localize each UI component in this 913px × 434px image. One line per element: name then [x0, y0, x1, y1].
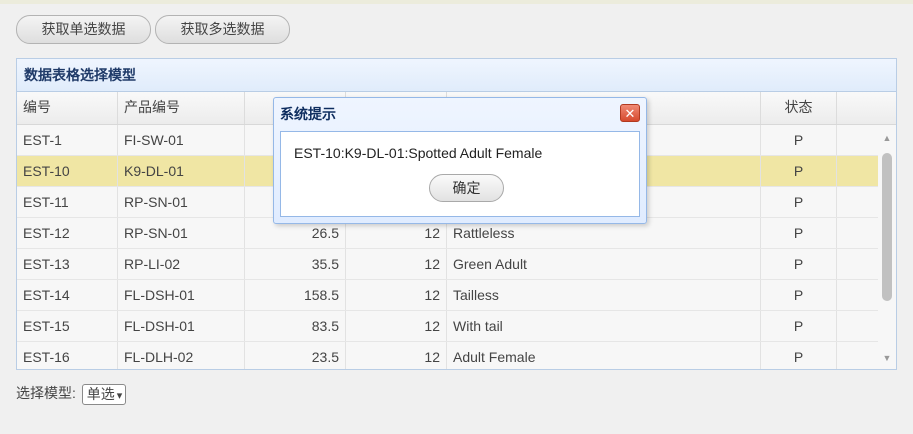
cell-unit-cost: 12 [346, 342, 447, 369]
dialog-title: 系统提示 [280, 106, 336, 122]
table-row[interactable]: EST-14 FL-DSH-01 158.5 12 Tailless P [17, 280, 879, 311]
system-message-dialog: 系统提示 ✕ EST-10:K9-DL-01:Spotted Adult Fem… [273, 97, 647, 224]
scroll-up-icon[interactable]: ▲ [878, 131, 896, 145]
cell-product: FL-DLH-02 [118, 342, 245, 369]
cell-item: EST-1 [17, 125, 118, 155]
cell-filler [837, 187, 879, 217]
cell-filler [837, 311, 879, 341]
cell-status: P [761, 342, 837, 369]
cell-filler [837, 218, 879, 248]
col-header-item[interactable]: 编号 [17, 92, 118, 124]
scrollbar-thumb[interactable] [882, 153, 892, 301]
cell-item: EST-12 [17, 218, 118, 248]
chevron-down-icon: ▾ [116, 389, 123, 402]
cell-status: P [761, 311, 837, 341]
dialog-body: EST-10:K9-DL-01:Spotted Adult Female 确定 [280, 131, 640, 217]
cell-status: P [761, 249, 837, 279]
cell-item: EST-13 [17, 249, 118, 279]
selection-model-value: 单选 [86, 385, 115, 402]
cell-unit-cost: 12 [346, 280, 447, 310]
cell-list-price: 23.5 [245, 342, 346, 369]
top-border [0, 0, 913, 4]
selection-model-select[interactable]: 单选 ▾ [81, 383, 127, 405]
cell-product: RP-SN-01 [118, 218, 245, 248]
cell-unit-cost: 12 [346, 311, 447, 341]
cell-status: P [761, 280, 837, 310]
cell-status: P [761, 156, 837, 186]
panel-title: 数据表格选择模型 [17, 59, 896, 92]
cell-product: K9-DL-01 [118, 156, 245, 186]
cell-attribute: With tail [447, 311, 761, 341]
cell-list-price: 158.5 [245, 280, 346, 310]
cell-filler [837, 156, 879, 186]
selection-model-label: 选择模型: [16, 385, 76, 401]
ok-button[interactable]: 确定 [429, 174, 504, 202]
cell-attribute: Tailless [447, 280, 761, 310]
cell-product: RP-LI-02 [118, 249, 245, 279]
cell-filler [837, 342, 879, 369]
selection-model-bar: 选择模型: 单选 ▾ [16, 381, 127, 405]
cell-list-price: 35.5 [245, 249, 346, 279]
table-row[interactable]: EST-13 RP-LI-02 35.5 12 Green Adult P [17, 249, 879, 280]
cell-product: FI-SW-01 [118, 125, 245, 155]
cell-product: RP-SN-01 [118, 187, 245, 217]
col-header-status[interactable]: 状态 [761, 92, 837, 124]
cell-item: EST-16 [17, 342, 118, 369]
scroll-down-icon[interactable]: ▼ [878, 351, 896, 365]
cell-item: EST-15 [17, 311, 118, 341]
cell-unit-cost: 12 [346, 249, 447, 279]
dialog-message: EST-10:K9-DL-01:Spotted Adult Female [294, 145, 543, 161]
col-header-filler [837, 92, 896, 124]
cell-status: P [761, 218, 837, 248]
cell-status: P [761, 125, 837, 155]
cell-product: FL-DSH-01 [118, 311, 245, 341]
vertical-scrollbar[interactable]: ▲ ▼ [878, 125, 896, 369]
cell-item: EST-14 [17, 280, 118, 310]
cell-filler [837, 280, 879, 310]
get-multi-data-button[interactable]: 获取多选数据 [155, 15, 290, 44]
cell-filler [837, 125, 879, 155]
cell-status: P [761, 187, 837, 217]
cell-item: EST-10 [17, 156, 118, 186]
cell-attribute: Adult Female [447, 342, 761, 369]
close-icon[interactable]: ✕ [620, 104, 640, 122]
col-header-product[interactable]: 产品编号 [118, 92, 245, 124]
cell-item: EST-11 [17, 187, 118, 217]
cell-product: FL-DSH-01 [118, 280, 245, 310]
get-single-data-button[interactable]: 获取单选数据 [16, 15, 151, 44]
table-row[interactable]: EST-16 FL-DLH-02 23.5 12 Adult Female P [17, 342, 879, 369]
table-row[interactable]: EST-15 FL-DSH-01 83.5 12 With tail P [17, 311, 879, 342]
cell-attribute: Green Adult [447, 249, 761, 279]
cell-list-price: 83.5 [245, 311, 346, 341]
cell-filler [837, 249, 879, 279]
